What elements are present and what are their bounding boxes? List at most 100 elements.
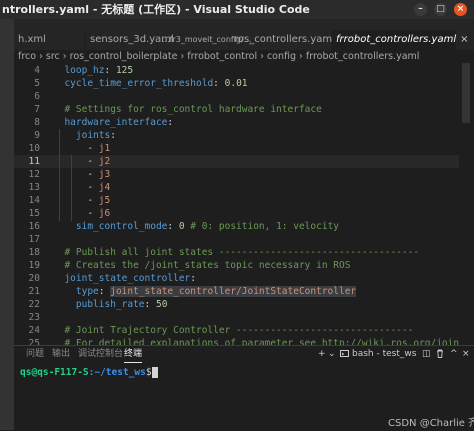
- kill-terminal-icon[interactable]: [436, 346, 444, 362]
- code-token: 0.01: [224, 78, 248, 89]
- panel-tab-debug-console[interactable]: 调试控制台: [78, 346, 123, 362]
- code-line[interactable]: 7 # Settings for ros_control hardware in…: [14, 103, 474, 116]
- code-line[interactable]: 19 # Creates the /joint_states topic nec…: [14, 259, 474, 272]
- panel-tab-output[interactable]: 输出: [52, 346, 70, 362]
- code-line[interactable]: 11 - j2: [14, 155, 474, 168]
- code-line[interactable]: 12 - j3: [14, 168, 474, 181]
- line-number: 25: [28, 338, 40, 345]
- line-code: - j2: [53, 155, 110, 168]
- tab-label: ros_controllers.yaml: [234, 34, 335, 45]
- line-code: publish_rate: 50: [53, 298, 168, 311]
- panel-tab-terminal[interactable]: 终端: [124, 346, 143, 363]
- code-token: j1: [98, 143, 111, 154]
- code-line[interactable]: 9 joints:: [14, 129, 474, 142]
- line-number: 10: [28, 143, 40, 154]
- line-code: - j5: [53, 194, 110, 207]
- code-token: joints: [53, 130, 111, 141]
- code-line[interactable]: 14 - j5: [14, 194, 474, 207]
- code-line[interactable]: 8 hardware_interface:: [14, 116, 474, 129]
- line-number: 15: [28, 208, 40, 219]
- code-token: joint_state_controller/JointStateControl…: [110, 286, 357, 297]
- line-code: # For detailed explanations of parameter…: [53, 337, 474, 345]
- code-line[interactable]: 25 # For detailed explanations of parame…: [14, 337, 474, 345]
- code-token: sim_control_mode: [53, 221, 168, 232]
- minimap-slider[interactable]: [462, 63, 470, 123]
- code-line[interactable]: 22 publish_rate: 50: [14, 298, 474, 311]
- code-token: :: [104, 65, 116, 76]
- terminal-list-icon[interactable]: [340, 346, 349, 362]
- terminal-user: qs@qs-F117-S: [20, 367, 89, 378]
- tab-strip-background: [14, 19, 474, 30]
- maximize-button[interactable]: □: [434, 3, 447, 16]
- tab-close-icon[interactable]: ×: [460, 34, 468, 45]
- code-token: :: [167, 117, 174, 128]
- code-line[interactable]: 13 - j4: [14, 181, 474, 194]
- terminal-dropdown-icon[interactable]: ⌄: [328, 346, 336, 362]
- line-number: 17: [28, 234, 40, 245]
- close-window-button[interactable]: ×: [454, 3, 467, 16]
- code-line[interactable]: 20 joint_state_controller:: [14, 272, 474, 285]
- code-line[interactable]: 18 # Publish all joint states ----------…: [14, 246, 474, 259]
- breadcrumb[interactable]: frco › src › ros_control_boilerplate › f…: [14, 50, 474, 63]
- code-token: j2: [98, 156, 111, 167]
- code-token: 125: [115, 65, 134, 76]
- line-number: 16: [28, 221, 40, 232]
- line-number: 9: [34, 130, 40, 141]
- code-token: # Creates the /joint_states topic necess…: [53, 260, 351, 271]
- code-line[interactable]: 17: [14, 233, 474, 246]
- panel-tab-problems[interactable]: 问题: [26, 346, 44, 362]
- code-line[interactable]: 6: [14, 90, 474, 103]
- tab-fr3-moveit-config[interactable]: ...fr3_moveit_config/...: [158, 30, 251, 50]
- code-token: # 0: position, 1: velocity: [184, 221, 340, 232]
- code-token: :: [144, 299, 156, 310]
- tab-sensors-3d-yaml[interactable]: sensors_3d.yaml: [86, 30, 174, 50]
- code-token: joint_state_controller: [53, 273, 191, 284]
- line-code: # Joint Trajectory Controller ----------…: [53, 324, 413, 337]
- line-code: joints:: [53, 129, 116, 142]
- code-token: cycle_time_error_threshold: [64, 78, 214, 89]
- maximize-panel-icon[interactable]: ^: [450, 346, 458, 362]
- code-editor[interactable]: 4 loop_hz: 125 5 cycle_time_error_thresho…: [14, 63, 474, 345]
- code-token: # Publish all joint states -------------…: [53, 247, 420, 258]
- code-line[interactable]: 21 type: joint_state_controller/JointSta…: [14, 285, 474, 298]
- line-code: loop_hz: 125: [53, 64, 133, 77]
- indent-guide: [71, 155, 72, 221]
- line-number: 23: [28, 312, 40, 323]
- code-token: # For detailed explanations of parameter…: [53, 338, 322, 345]
- line-code: hardware_interface:: [53, 116, 173, 129]
- line-code: # Settings for ros_control hardware inte…: [53, 103, 321, 116]
- code-link[interactable]: http://wiki.ros.org/joint_trajectory_con…: [322, 338, 474, 345]
- code-token: :: [190, 273, 197, 284]
- split-terminal-icon[interactable]: ◫: [422, 346, 431, 362]
- window-title: ntrollers.yaml - 无标题 (工作区) - Visual Stud…: [2, 3, 310, 16]
- window-titlebar: ntrollers.yaml - 无标题 (工作区) - Visual Stud…: [0, 0, 474, 19]
- minimize-button[interactable]: –: [414, 3, 427, 16]
- line-code: - j3: [53, 168, 110, 181]
- new-terminal-icon[interactable]: +: [318, 346, 326, 362]
- close-panel-icon[interactable]: ×: [462, 346, 470, 362]
- tab-ros-controllers-yaml[interactable]: ros_controllers.yaml: [230, 30, 335, 50]
- editor-tab-bar: h.xml sensors_3d.yaml ...fr3_moveit_conf…: [14, 30, 474, 50]
- terminal-name[interactable]: bash - test_ws: [352, 346, 416, 362]
- line-number: 5: [34, 78, 40, 89]
- activity-bar: [0, 19, 14, 430]
- code-line[interactable]: 5 cycle_time_error_threshold: 0.01: [14, 77, 474, 90]
- terminal-output[interactable]: qs@qs-F117-S:~/test_ws$: [20, 366, 158, 379]
- line-code: # Publish all joint states -------------…: [53, 246, 419, 259]
- tab-h-xml[interactable]: h.xml: [14, 30, 86, 50]
- code-token: 50: [155, 299, 168, 310]
- tab-label: frrobot_controllers.yaml: [336, 34, 457, 45]
- code-line[interactable]: 10 - j1: [14, 142, 474, 155]
- code-line[interactable]: 15 - j6: [14, 207, 474, 220]
- line-code: # Creates the /joint_states topic necess…: [53, 259, 350, 272]
- line-code: sim_control_mode: 0 # 0: position, 1: ve…: [53, 220, 339, 233]
- code-token: hardware_interface: [53, 117, 168, 128]
- watermark: CSDN @Charlie 齐: [388, 418, 474, 429]
- code-line[interactable]: 23: [14, 311, 474, 324]
- code-line[interactable]: 4 loop_hz: 125: [14, 64, 474, 77]
- code-token: :: [98, 286, 111, 297]
- code-line[interactable]: 24 # Joint Trajectory Controller -------…: [14, 324, 474, 337]
- code-line[interactable]: 16 sim_control_mode: 0 # 0: position, 1:…: [14, 220, 474, 233]
- tab-frrobot-controllers-yaml[interactable]: frrobot_controllers.yaml ×: [332, 30, 469, 50]
- line-number: 22: [28, 299, 40, 310]
